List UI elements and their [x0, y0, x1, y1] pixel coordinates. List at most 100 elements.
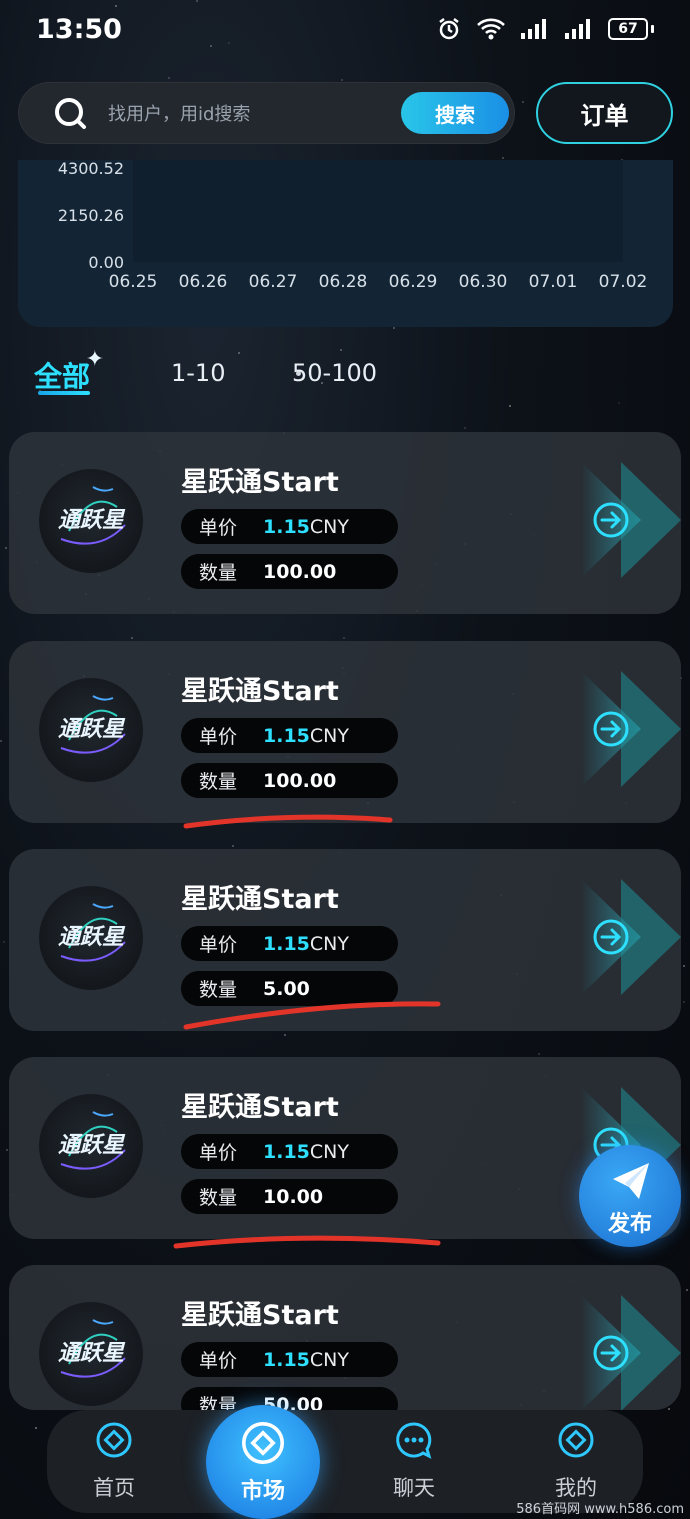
- quantity-label: 数量: [199, 771, 238, 793]
- listing-card[interactable]: 通跃星 星跃通Start 单价 1.15CNY 数量 5.00: [9, 849, 681, 1031]
- y-tick-label: 4300.52: [58, 160, 124, 178]
- x-tick-label: 06.30: [459, 272, 508, 292]
- battery-level: 67: [608, 18, 648, 40]
- quantity-label: 数量: [199, 562, 238, 584]
- price-amount: 1.15: [263, 932, 310, 955]
- price-pill: 单价 1.15CNY: [181, 926, 398, 961]
- listing-title: 星跃通Start: [181, 1092, 339, 1123]
- price-label: 单价: [199, 726, 238, 748]
- price-pill: 单价 1.15CNY: [181, 509, 398, 544]
- price-label: 单价: [199, 934, 238, 956]
- price-chart: 0.00 2150.26 4300.52 06.25 06.26 06.27 06.28 06…: [18, 160, 673, 327]
- price-label: 单价: [199, 1142, 238, 1164]
- orders-button[interactable]: 订单: [536, 82, 673, 144]
- price-currency: CNY: [309, 1348, 349, 1371]
- token-logo: 通跃星: [39, 469, 143, 573]
- price-pill: 单价 1.15CNY: [181, 1134, 398, 1169]
- chat-icon: [396, 1422, 432, 1459]
- filter-tabs: 全部 ✦ 1-10 50-100: [34, 347, 394, 395]
- tab-label: 1-10: [171, 359, 226, 387]
- go-arrow-icon[interactable]: [521, 849, 681, 1031]
- go-arrow-icon[interactable]: [521, 641, 681, 823]
- price-value: 1.15CNY: [263, 933, 349, 955]
- quantity-pill: 数量 50.00: [181, 1387, 398, 1410]
- x-tick-label: 06.27: [249, 272, 298, 292]
- quantity-label: 数量: [199, 979, 238, 1001]
- nav-home[interactable]: 首页: [64, 1420, 164, 1502]
- status-bar: 13:50 67: [0, 0, 690, 62]
- quantity-pill: 数量 5.00: [181, 971, 398, 1006]
- nav-chat[interactable]: 聊天: [364, 1420, 464, 1502]
- chart-canvas: 0.00 2150.26 4300.52 06.25 06.26 06.27 06.28 06…: [58, 160, 648, 292]
- x-tick-label: 07.02: [599, 272, 648, 292]
- search-button[interactable]: 搜索: [401, 92, 509, 134]
- tab-label: 50-100: [292, 359, 378, 387]
- tab-underline: [38, 391, 91, 395]
- token-logo: 通跃星: [39, 1302, 143, 1406]
- price-currency: CNY: [309, 515, 349, 538]
- nav-profile[interactable]: 我的: [526, 1420, 626, 1502]
- quantity-value: 100.00: [263, 769, 337, 792]
- publish-label: 发布: [607, 1212, 652, 1237]
- watermark: 586首码网 www.h586.com: [516, 1502, 684, 1517]
- price-value: 1.15CNY: [263, 1349, 349, 1371]
- listing-card[interactable]: 通跃星 星跃通Start 单价 1.15CNY 数量 100.00: [9, 432, 681, 614]
- alarm-icon: [439, 18, 459, 40]
- logo-text: 通跃星: [58, 508, 126, 533]
- status-icons: 67: [436, 16, 654, 42]
- wifi-icon: [477, 18, 505, 40]
- go-arrow-icon[interactable]: [521, 432, 681, 614]
- price-currency: CNY: [309, 932, 349, 955]
- profile-icon: [558, 1422, 594, 1458]
- home-icon: [96, 1422, 132, 1458]
- price-value: 1.15CNY: [263, 725, 349, 747]
- quantity-pill: 数量 100.00: [181, 554, 398, 589]
- quantity-value: 100.00: [263, 560, 337, 583]
- plot-area: [133, 160, 623, 262]
- listing-card[interactable]: 通跃星 星跃通Start 单价 1.15CNY 数量 50.00: [9, 1265, 681, 1410]
- price-value: 1.15CNY: [263, 1141, 349, 1163]
- logo-text: 通跃星: [58, 717, 126, 742]
- y-tick-label: 2150.26: [58, 206, 124, 225]
- price-amount: 1.15: [263, 1140, 310, 1163]
- token-logo: 通跃星: [39, 1094, 143, 1198]
- listing-title: 星跃通Start: [181, 467, 339, 498]
- y-tick-label: 0.00: [88, 253, 124, 272]
- price-label: 单价: [199, 1350, 238, 1372]
- nav-label: 聊天: [393, 1476, 435, 1500]
- price-amount: 1.15: [263, 724, 310, 747]
- price-currency: CNY: [309, 724, 349, 747]
- publish-button[interactable]: 发布: [579, 1145, 681, 1247]
- nav-market[interactable]: 市场: [206, 1405, 320, 1519]
- logo-text: 通跃星: [58, 925, 126, 950]
- x-tick-label: 06.26: [179, 272, 228, 292]
- price-amount: 1.15: [263, 1348, 310, 1371]
- tab-1-10[interactable]: 1-10: [171, 359, 225, 387]
- x-tick-label: 06.28: [319, 272, 368, 292]
- x-tick-label: 06.29: [389, 272, 438, 292]
- search-bar[interactable]: 找用户，用id搜索 搜索: [18, 82, 515, 144]
- quantity-value: 10.00: [263, 1185, 324, 1208]
- signal-icon: [565, 19, 590, 39]
- search-input[interactable]: 找用户，用id搜索: [108, 100, 401, 126]
- listing-title: 星跃通Start: [181, 884, 339, 915]
- tab-label: 全部: [34, 360, 91, 393]
- status-time: 13:50: [36, 14, 122, 45]
- tab-50-100[interactable]: 50-100: [292, 359, 377, 387]
- tab-all[interactable]: 全部 ✦: [34, 347, 104, 395]
- quantity-pill: 数量 100.00: [181, 763, 398, 798]
- price-value: 1.15CNY: [263, 516, 349, 538]
- price-pill: 单价 1.15CNY: [181, 718, 398, 753]
- sparkle-icon: ✦: [85, 347, 105, 372]
- price-currency: CNY: [309, 1140, 349, 1163]
- annotation-underline: [173, 1235, 441, 1249]
- search-icon: [55, 98, 86, 129]
- x-tick-label: 06.25: [109, 272, 158, 292]
- send-icon: [613, 1163, 649, 1199]
- price-label: 单价: [199, 517, 238, 539]
- go-arrow-icon[interactable]: [521, 1265, 681, 1410]
- listing-card[interactable]: 通跃星 星跃通Start 单价 1.15CNY 数量 100.00: [9, 641, 681, 823]
- market-icon: [242, 1422, 284, 1464]
- quantity-pill: 数量 10.00: [181, 1179, 398, 1214]
- price-amount: 1.15: [263, 515, 310, 538]
